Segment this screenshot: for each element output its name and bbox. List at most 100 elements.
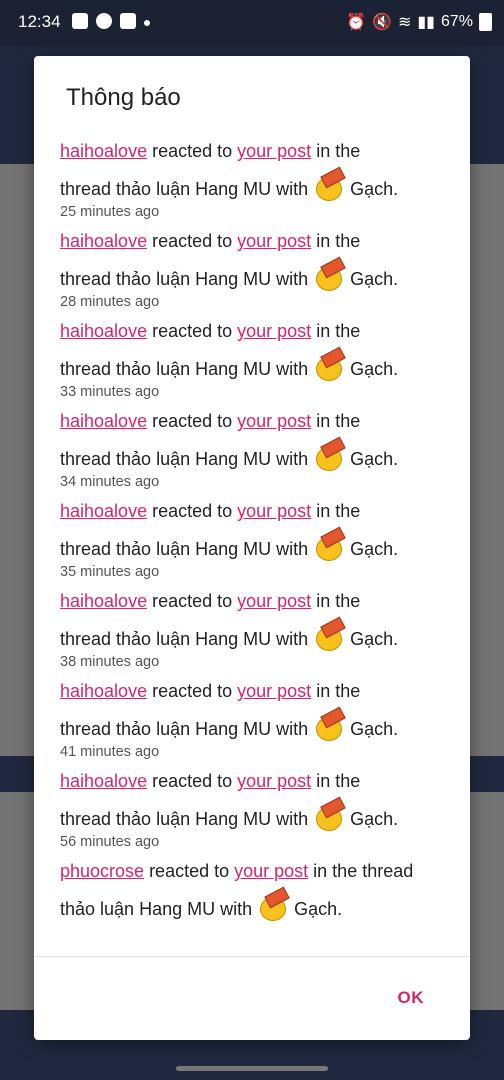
notification-item[interactable]: haihoalove reacted to your post in the t… — [34, 396, 470, 490]
brick-face-emoji-icon — [314, 616, 346, 651]
notification-context-text: in the — [311, 321, 361, 341]
notification-post-link[interactable]: your post — [237, 501, 311, 521]
notification-item[interactable]: haihoalove reacted to your post in the t… — [34, 576, 470, 670]
notification-thread-text: thread thảo luận Hang MU with — [60, 179, 309, 199]
notification-user-link[interactable]: haihoalove — [60, 501, 147, 521]
gallery-notification-icon — [72, 13, 88, 29]
notification-line1: phuocrose reacted to your post in the th… — [60, 852, 444, 890]
notification-line2: thread thảo luận Hang MU with Gạch. — [60, 436, 444, 478]
notification-user-link[interactable]: haihoalove — [60, 591, 147, 611]
notification-line2: thread thảo luận Hang MU with Gạch. — [60, 166, 444, 208]
notification-line1: haihoalove reacted to your post in the — [60, 402, 444, 440]
zalo-icon — [120, 13, 136, 29]
notification-reaction-name: Gạch. — [350, 719, 399, 739]
notification-reaction-name: Gạch. — [350, 809, 399, 829]
notification-thread-text: thread thảo luận Hang MU with — [60, 359, 309, 379]
notification-line1: haihoalove reacted to your post in the — [60, 492, 444, 530]
status-time: 12:34 — [18, 12, 61, 31]
notification-user-link[interactable]: haihoalove — [60, 771, 147, 791]
notification-context-text: in the — [311, 411, 361, 431]
home-indicator[interactable] — [176, 1066, 328, 1071]
notification-action-text: reacted to — [147, 321, 238, 341]
more-notifications-dot-icon — [144, 20, 150, 26]
notification-post-link[interactable]: your post — [237, 321, 311, 341]
notification-list[interactable]: haihoalove reacted to your post in the t… — [34, 126, 470, 956]
notification-user-link[interactable]: haihoalove — [60, 321, 147, 341]
notification-context-text: in the — [311, 231, 361, 251]
brick-face-emoji-icon — [314, 256, 346, 291]
notification-action-text: reacted to — [147, 591, 238, 611]
notification-thread-text: thread thảo luận Hang MU with — [60, 539, 309, 559]
notification-post-link[interactable]: your post — [237, 411, 311, 431]
notification-user-link[interactable]: haihoalove — [60, 681, 147, 701]
notification-line2: thread thảo luận Hang MU with Gạch. — [60, 526, 444, 568]
notification-user-link[interactable]: haihoalove — [60, 141, 147, 161]
notification-line1: haihoalove reacted to your post in the — [60, 312, 444, 350]
notification-thread-text: thread thảo luận Hang MU with — [60, 719, 309, 739]
notification-line2: thread thảo luận Hang MU with Gạch. — [60, 796, 444, 838]
notification-item[interactable]: haihoalove reacted to your post in the t… — [34, 666, 470, 760]
notification-context-text: in the — [311, 591, 361, 611]
notification-line2: thảo luận Hang MU with Gạch. — [60, 886, 444, 928]
ok-button[interactable]: OK — [398, 988, 425, 1008]
notification-post-link[interactable]: your post — [237, 591, 311, 611]
notification-item[interactable]: haihoalove reacted to your post in the t… — [34, 126, 470, 220]
notification-post-link[interactable]: your post — [237, 681, 311, 701]
notifications-dialog: Thông báo haihoalove reacted to your pos… — [34, 56, 470, 1040]
notification-thread-text: thread thảo luận Hang MU with — [60, 269, 309, 289]
notification-line1: haihoalove reacted to your post in the — [60, 672, 444, 710]
brick-face-emoji-icon — [314, 436, 346, 471]
notification-post-link[interactable]: your post — [237, 141, 311, 161]
notification-user-link[interactable]: phuocrose — [60, 861, 144, 881]
brick-face-emoji-icon — [314, 346, 346, 381]
notification-item[interactable]: haihoalove reacted to your post in the t… — [34, 216, 470, 310]
notification-thread-text: thread thảo luận Hang MU with — [60, 809, 309, 829]
notification-reaction-name: Gạch. — [350, 269, 399, 289]
brick-face-emoji-icon — [258, 886, 290, 921]
battery-percent: 67% — [440, 13, 473, 30]
mute-icon: 🔇 — [372, 14, 392, 31]
notification-reaction-name: Gạch. — [294, 899, 343, 919]
notification-action-text: reacted to — [147, 501, 238, 521]
notification-line2: thread thảo luận Hang MU with Gạch. — [60, 346, 444, 388]
notification-line1: haihoalove reacted to your post in the — [60, 762, 444, 800]
notification-reaction-name: Gạch. — [350, 359, 399, 379]
notification-post-link[interactable]: your post — [234, 861, 308, 881]
notification-context-text: in the — [311, 501, 361, 521]
messenger-icon — [96, 13, 112, 29]
brick-face-emoji-icon — [314, 796, 346, 831]
brick-face-emoji-icon — [314, 166, 346, 201]
notification-item[interactable]: haihoalove reacted to your post in the t… — [34, 486, 470, 580]
wifi-icon: ≋ — [397, 14, 412, 31]
notification-reaction-name: Gạch. — [350, 449, 399, 469]
notification-action-text: reacted to — [147, 141, 238, 161]
notification-reaction-name: Gạch. — [350, 629, 399, 649]
notification-item[interactable]: phuocrose reacted to your post in the th… — [34, 846, 470, 936]
notification-user-link[interactable]: haihoalove — [60, 231, 147, 251]
notification-line2: thread thảo luận Hang MU with Gạch. — [60, 256, 444, 298]
notification-line2: thread thảo luận Hang MU with Gạch. — [60, 616, 444, 658]
status-bar: 12:34 ⏰ 🔇 ≋ ▮▮ 67% — [0, 0, 504, 46]
notification-thread-text: thread thảo luận Hang MU with — [60, 629, 309, 649]
notification-line1: haihoalove reacted to your post in the — [60, 132, 444, 170]
notification-post-link[interactable]: your post — [237, 771, 311, 791]
notification-context-text: in the — [311, 771, 361, 791]
notification-action-text: reacted to — [147, 771, 238, 791]
notification-post-link[interactable]: your post — [237, 231, 311, 251]
notification-user-link[interactable]: haihoalove — [60, 411, 147, 431]
notification-item[interactable]: haihoalove reacted to your post in the t… — [34, 756, 470, 850]
notification-context-text: in the thread — [308, 861, 414, 881]
notification-item[interactable]: haihoalove reacted to your post in the t… — [34, 306, 470, 400]
dialog-title: Thông báo — [66, 84, 181, 111]
notification-action-text: reacted to — [147, 681, 238, 701]
brick-face-emoji-icon — [314, 526, 346, 561]
notification-line2: thread thảo luận Hang MU with Gạch. — [60, 706, 444, 748]
notification-context-text: in the — [311, 681, 361, 701]
battery-icon — [479, 13, 492, 31]
notification-thread-text: thảo luận Hang MU with — [60, 899, 253, 919]
brick-face-emoji-icon — [314, 706, 346, 741]
alarm-icon: ⏰ — [346, 14, 367, 31]
notification-action-text: reacted to — [147, 411, 238, 431]
notification-thread-text: thread thảo luận Hang MU with — [60, 449, 309, 469]
dialog-divider — [34, 956, 470, 957]
